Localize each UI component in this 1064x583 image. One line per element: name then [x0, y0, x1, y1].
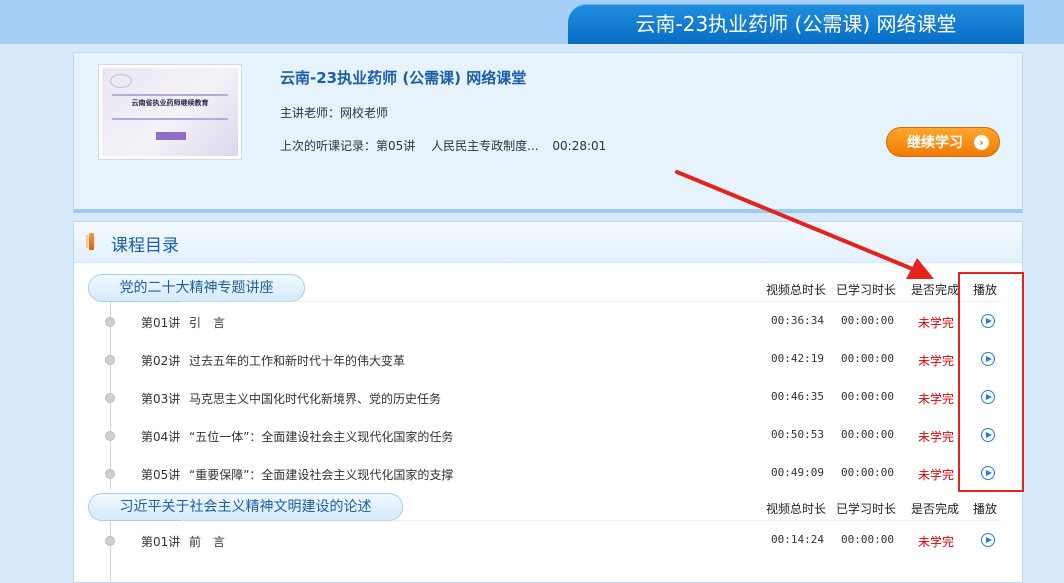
lesson-number: 第02讲: [141, 354, 181, 368]
course-thumbnail[interactable]: 云南省执业药师继续教育: [98, 64, 242, 160]
video-total-duration: 00:49:09: [771, 466, 824, 479]
last-record-label: 上次的听课记录：第05讲: [280, 139, 416, 153]
lesson-row: 第03讲 马克思主义中国化时代化新境界、党的历史任务 00:46:35 00:0…: [74, 379, 1022, 417]
thumbnail-image: 云南省执业药师继续教育: [102, 68, 238, 156]
video-total-duration: 00:42:19: [771, 352, 824, 365]
lesson-title[interactable]: 引 言: [189, 314, 225, 331]
thumbnail-decoration: [110, 74, 132, 88]
divider: [182, 301, 1002, 302]
lesson-title[interactable]: 马克思主义中国化时代化新境界、党的历史任务: [189, 390, 441, 407]
timeline-dot: [105, 469, 115, 479]
course-info-panel: 云南省执业药师继续教育 云南-23执业药师 (公需课) 网络课堂 主讲老师：网校…: [73, 52, 1023, 213]
divider: [182, 520, 1002, 521]
column-header-play: 播放: [973, 502, 998, 516]
completion-status: 未学完: [918, 430, 955, 444]
lesson-title[interactable]: 前 言: [189, 533, 225, 550]
lesson-title[interactable]: “五位一体”：全面建设社会主义现代化国家的任务: [189, 428, 453, 445]
top-bar: 云南-23执业药师 (公需课) 网络课堂: [0, 0, 1064, 44]
learned-duration: 00:00:00: [841, 466, 894, 479]
lesson-number: 第03讲: [141, 392, 181, 406]
video-total-duration: 00:14:24: [771, 533, 824, 546]
timeline-dot: [105, 431, 115, 441]
timeline-dot: [105, 536, 115, 546]
learned-duration: 00:00:00: [841, 428, 894, 441]
section-title: 党的二十大精神专题讲座: [88, 274, 305, 302]
last-record-title: 人民民主专政制度...: [431, 139, 539, 153]
thumbnail-text: 云南省执业药师继续教育: [131, 99, 209, 107]
learned-duration: 00:00:00: [841, 352, 894, 365]
section-marker-icon: [86, 233, 94, 250]
lesson-number: 第01讲: [141, 535, 181, 549]
learned-duration: 00:00:00: [841, 314, 894, 327]
thumbnail-badge: [156, 132, 186, 140]
lesson-row: 第01讲 引 言 00:36:34 00:00:00 未学完: [74, 303, 1022, 341]
column-header-total: 视频总时长: [766, 283, 827, 297]
timeline-dot: [105, 393, 115, 403]
catalog-title: 课程目录: [111, 236, 179, 256]
course-title[interactable]: 云南-23执业药师 (公需课) 网络课堂: [280, 67, 526, 88]
lesson-number: 第01讲: [141, 316, 181, 330]
video-total-duration: 00:50:53: [771, 428, 824, 441]
completion-status: 未学完: [918, 354, 955, 368]
timeline-dot: [105, 317, 115, 327]
play-icon[interactable]: [981, 533, 995, 547]
teacher-label: 主讲老师：网校老师: [280, 106, 389, 120]
banner-title: 云南-23执业药师 (公需课) 网络课堂: [568, 4, 1024, 44]
column-header-complete: 是否完成: [911, 283, 960, 297]
arrow-right-icon: ›: [974, 135, 989, 150]
lesson-number: 第04讲: [141, 430, 181, 444]
completion-status: 未学完: [918, 468, 955, 482]
column-header-learned: 已学习时长: [836, 502, 897, 516]
learned-duration: 00:00:00: [841, 390, 894, 403]
column-header-learned: 已学习时长: [836, 283, 897, 297]
lesson-row: 第01讲 前 言 00:14:24 00:00:00 未学完: [74, 522, 1022, 560]
section-title: 习近平关于社会主义精神文明建设的论述: [88, 493, 403, 521]
last-record: 上次的听课记录：第05讲 人民民主专政制度... 00:28:01: [280, 137, 610, 154]
lesson-row: 第04讲 “五位一体”：全面建设社会主义现代化国家的任务 00:50:53 00…: [74, 417, 1022, 455]
completion-status: 未学完: [918, 535, 955, 549]
column-header-complete: 是否完成: [911, 502, 960, 516]
continue-study-button[interactable]: 继续学习 ›: [886, 127, 1000, 157]
completion-status: 未学完: [918, 392, 955, 406]
lesson-row: 第05讲 “重要保障”：全面建设社会主义现代化国家的支撑 00:49:09 00…: [74, 455, 1022, 493]
course-catalog: 课程目录 党的二十大精神专题讲座 视频总时长 已学习时长 是否完成 播放 第01…: [73, 221, 1023, 583]
column-header-total: 视频总时长: [766, 502, 827, 516]
lesson-row: 第02讲 过去五年的工作和新时代十年的伟大变革 00:42:19 00:00:0…: [74, 341, 1022, 379]
lesson-title[interactable]: “重要保障”：全面建设社会主义现代化国家的支撑: [189, 466, 453, 483]
completion-status: 未学完: [918, 316, 955, 330]
video-total-duration: 00:36:34: [771, 314, 824, 327]
lesson-number: 第05讲: [141, 468, 181, 482]
continue-study-label: 继续学习: [907, 135, 963, 151]
learned-duration: 00:00:00: [841, 533, 894, 546]
lesson-title[interactable]: 过去五年的工作和新时代十年的伟大变革: [189, 352, 405, 369]
catalog-header: 课程目录: [74, 222, 1022, 263]
annotation-highlight-box: [958, 272, 1024, 492]
video-total-duration: 00:46:35: [771, 390, 824, 403]
last-record-time: 00:28:01: [552, 139, 607, 153]
timeline-dot: [105, 355, 115, 365]
